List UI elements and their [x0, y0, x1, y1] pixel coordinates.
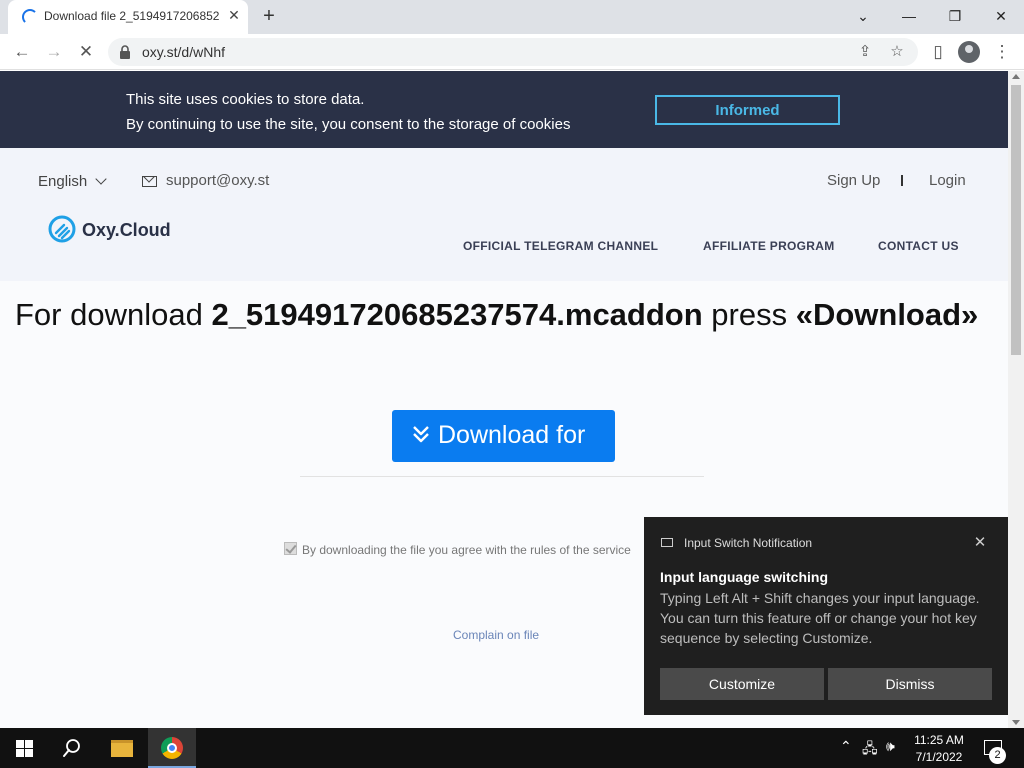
cookie-informed-button[interactable]: Informed [655, 95, 840, 125]
restore-button[interactable]: ❐ [942, 4, 968, 28]
page-scrollbar[interactable] [1008, 71, 1024, 728]
cookie-line-1: This site uses cookies to store data. [126, 91, 365, 108]
tab-close-icon[interactable]: ✕ [226, 7, 242, 25]
notification-title: Input language switching [660, 569, 828, 585]
chrome-icon [161, 737, 183, 759]
heading-prefix: For download [15, 297, 212, 332]
customize-button[interactable]: Customize [660, 668, 824, 700]
download-button-label: Download for [438, 421, 586, 449]
browser-tab[interactable]: Download file 2_519491720685237574.mcadd… [8, 0, 248, 34]
agree-checkbox[interactable] [284, 542, 297, 555]
download-button[interactable]: Download for [392, 410, 615, 462]
site-logo-text[interactable]: Oxy.Cloud [82, 220, 171, 241]
page-heading: For download 2_519491720685237574.mcaddo… [15, 297, 1005, 333]
nav-affiliate-program[interactable]: AFFILIATE PROGRAM [703, 239, 835, 253]
notification-count-badge: 2 [989, 747, 1006, 764]
nav-telegram-channel[interactable]: OFFICIAL TELEGRAM CHANNEL [463, 239, 658, 253]
file-explorer-icon[interactable] [111, 740, 133, 757]
cookie-line-2: By continuing to use the site, you conse… [126, 116, 571, 133]
notification-body: Typing Left Alt + Shift changes your inp… [660, 590, 980, 646]
nav-contact-us[interactable]: CONTACT US [878, 239, 959, 253]
heading-middle: press [702, 297, 796, 332]
windows-start-icon[interactable] [16, 740, 33, 757]
tab-strip: Download file 2_519491720685237574.mcadd… [0, 0, 1024, 34]
agree-text: By downloading the file you agree with t… [302, 543, 631, 557]
heading-filename: 2_519491720685237574.mcaddon [211, 297, 703, 332]
tab-title: Download file 2_519491720685237574.mcadd… [44, 9, 220, 23]
complain-link[interactable]: Complain on file [453, 628, 539, 642]
clock-time: 11:25 AM [914, 733, 964, 747]
heading-action: «Download» [795, 297, 979, 332]
chrome-taskbar-button[interactable] [148, 728, 196, 768]
lock-icon [120, 45, 130, 59]
divider [300, 476, 704, 477]
support-email-link[interactable]: support@oxy.st [166, 172, 269, 189]
scroll-down-icon[interactable] [1012, 720, 1020, 725]
share-icon[interactable]: ⇪ [854, 41, 876, 63]
signup-link[interactable]: Sign Up [827, 172, 880, 189]
windows-taskbar: ⌃ 🖧 🕪 11:25 AM 7/1/2022 2 [0, 728, 1024, 768]
chevron-down-icon [95, 173, 107, 185]
tab-search-chevron-icon[interactable]: ⌄ [850, 4, 876, 28]
url-text: oxy.st/d/wNhf [142, 44, 225, 60]
side-panel-icon[interactable]: ▯ [926, 40, 950, 64]
forward-icon[interactable]: → [42, 40, 66, 64]
cookie-banner: This site uses cookies to store data. By… [0, 71, 1008, 148]
dismiss-button[interactable]: Dismiss [828, 668, 992, 700]
clock-date: 7/1/2022 [915, 750, 963, 764]
address-bar[interactable]: oxy.st/d/wNhf ⇪ ☆ [108, 38, 918, 66]
volume-icon[interactable]: 🕪 [886, 738, 895, 755]
notification-app-name: Input Switch Notification [684, 536, 813, 550]
notification-close-icon[interactable]: ✕ [972, 533, 988, 551]
profile-avatar-icon[interactable] [958, 41, 980, 63]
cookie-text: This site uses cookies to store data. By… [126, 87, 570, 137]
stop-loading-icon[interactable]: ✕ [74, 40, 98, 64]
oxy-cloud-logo-icon [48, 215, 76, 243]
bookmark-star-icon[interactable]: ☆ [886, 41, 908, 63]
keyboard-icon [661, 538, 673, 547]
close-window-button[interactable]: ✕ [988, 4, 1014, 28]
browser-toolbar: ← → ✕ oxy.st/d/wNhf ⇪ ☆ ▯ ⋮ [0, 34, 1024, 70]
site-header: English support@oxy.st Sign Up Login Oxy… [0, 148, 1008, 281]
search-icon[interactable] [62, 738, 82, 758]
login-link[interactable]: Login [929, 172, 966, 189]
menu-kebab-icon[interactable]: ⋮ [990, 40, 1014, 64]
tray-chevron-up-icon[interactable]: ⌃ [840, 738, 852, 755]
double-chevron-down-icon [413, 426, 429, 443]
scrollbar-thumb[interactable] [1011, 85, 1021, 355]
language-label: English [38, 173, 88, 190]
scroll-up-icon[interactable] [1012, 74, 1020, 79]
header-separator [901, 175, 903, 186]
loading-spinner-icon [22, 9, 38, 25]
network-icon[interactable]: 🖧 [862, 738, 878, 762]
new-tab-button[interactable]: + [258, 5, 280, 27]
input-switch-notification: Input Switch Notification ✕ Input langua… [644, 517, 1008, 715]
system-clock[interactable]: 11:25 AM 7/1/2022 [906, 732, 972, 766]
language-selector[interactable]: English [38, 173, 107, 190]
mail-icon [142, 176, 157, 187]
back-icon[interactable]: ← [10, 40, 34, 64]
minimize-button[interactable]: — [896, 4, 922, 28]
